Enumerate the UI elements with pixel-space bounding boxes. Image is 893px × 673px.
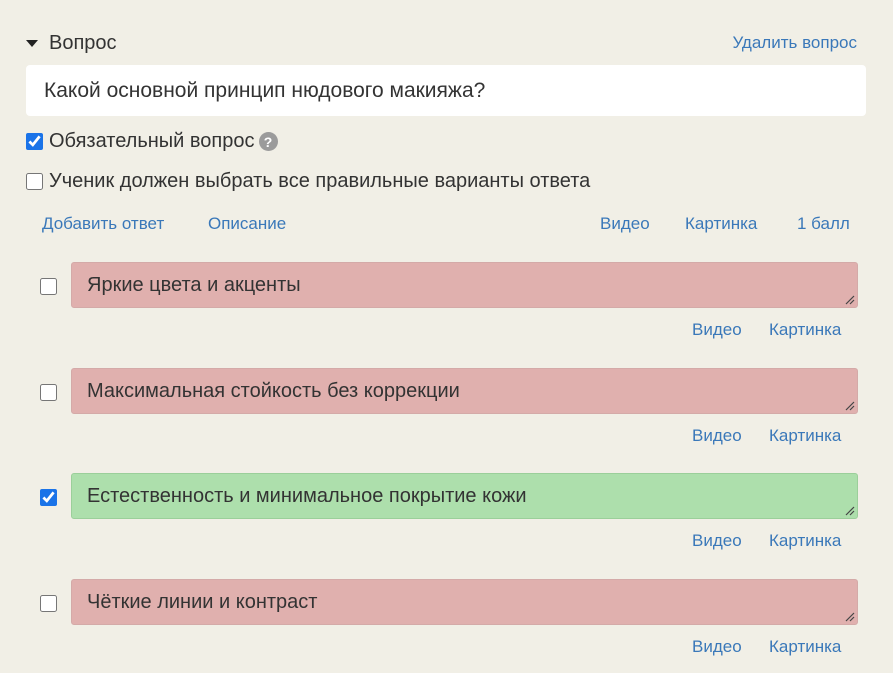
- section-title: Вопрос: [49, 31, 117, 54]
- answer-text: Максимальная стойкость без коррекции: [87, 379, 460, 402]
- question-text-field[interactable]: Какой основной принцип нюдового макияжа?: [26, 65, 866, 116]
- question-video-link[interactable]: Видео: [600, 214, 650, 234]
- answer-links: Видео Картинка: [0, 531, 893, 553]
- points-link[interactable]: 1 балл: [797, 214, 850, 234]
- resize-handle-icon[interactable]: [843, 293, 855, 305]
- answer-links: Видео Картинка: [0, 637, 893, 659]
- answer-text-field[interactable]: Чёткие линии и контраст: [71, 579, 858, 625]
- answer-picture-link[interactable]: Картинка: [769, 320, 841, 340]
- resize-handle-icon[interactable]: [843, 504, 855, 516]
- answer-picture-link[interactable]: Картинка: [769, 637, 841, 657]
- answer-video-link[interactable]: Видео: [692, 637, 742, 657]
- resize-handle-icon[interactable]: [843, 610, 855, 622]
- resize-handle-icon[interactable]: [843, 399, 855, 411]
- answer-correct-checkbox[interactable]: [40, 489, 57, 506]
- answer-text: Естественность и минимальное покрытие ко…: [87, 484, 527, 507]
- answer-correct-checkbox[interactable]: [40, 595, 57, 612]
- answer-video-link[interactable]: Видео: [692, 426, 742, 446]
- question-header: Вопрос Удалить вопрос: [26, 28, 857, 58]
- question-picture-link[interactable]: Картинка: [685, 214, 757, 234]
- question-help-icon[interactable]: ?: [258, 132, 278, 151]
- question-collapse-toggle[interactable]: Вопрос: [26, 32, 117, 55]
- answer-correct-checkbox[interactable]: [40, 278, 57, 295]
- description-link[interactable]: Описание: [208, 214, 286, 234]
- all-correct-row: Ученик должен выбрать все правильные вар…: [26, 170, 590, 193]
- answer-video-link[interactable]: Видео: [692, 320, 742, 340]
- caret-down-icon[interactable]: [26, 40, 38, 47]
- answer-text-field[interactable]: Максимальная стойкость без коррекции: [71, 368, 858, 414]
- question-text: Какой основной принцип нюдового макияжа?: [44, 78, 486, 102]
- answer-correct-checkbox[interactable]: [40, 384, 57, 401]
- all-correct-checkbox[interactable]: [26, 173, 43, 190]
- required-row: Обязательный вопрос ?: [26, 130, 278, 153]
- add-answer-link[interactable]: Добавить ответ: [42, 214, 164, 234]
- required-label[interactable]: Обязательный вопрос: [49, 130, 255, 153]
- answer-text-field[interactable]: Яркие цвета и акценты: [71, 262, 858, 308]
- answer-text: Яркие цвета и акценты: [87, 273, 301, 296]
- answer-picture-link[interactable]: Картинка: [769, 426, 841, 446]
- answer-links: Видео Картинка: [0, 426, 893, 448]
- answer-text-field[interactable]: Естественность и минимальное покрытие ко…: [71, 473, 858, 519]
- answer-picture-link[interactable]: Картинка: [769, 531, 841, 551]
- answer-video-link[interactable]: Видео: [692, 531, 742, 551]
- delete-question-link[interactable]: Удалить вопрос: [732, 33, 857, 53]
- answer-links: Видео Картинка: [0, 320, 893, 342]
- required-checkbox[interactable]: [26, 133, 43, 150]
- answer-text: Чёткие линии и контраст: [87, 590, 318, 613]
- all-correct-label[interactable]: Ученик должен выбрать все правильные вар…: [49, 170, 590, 193]
